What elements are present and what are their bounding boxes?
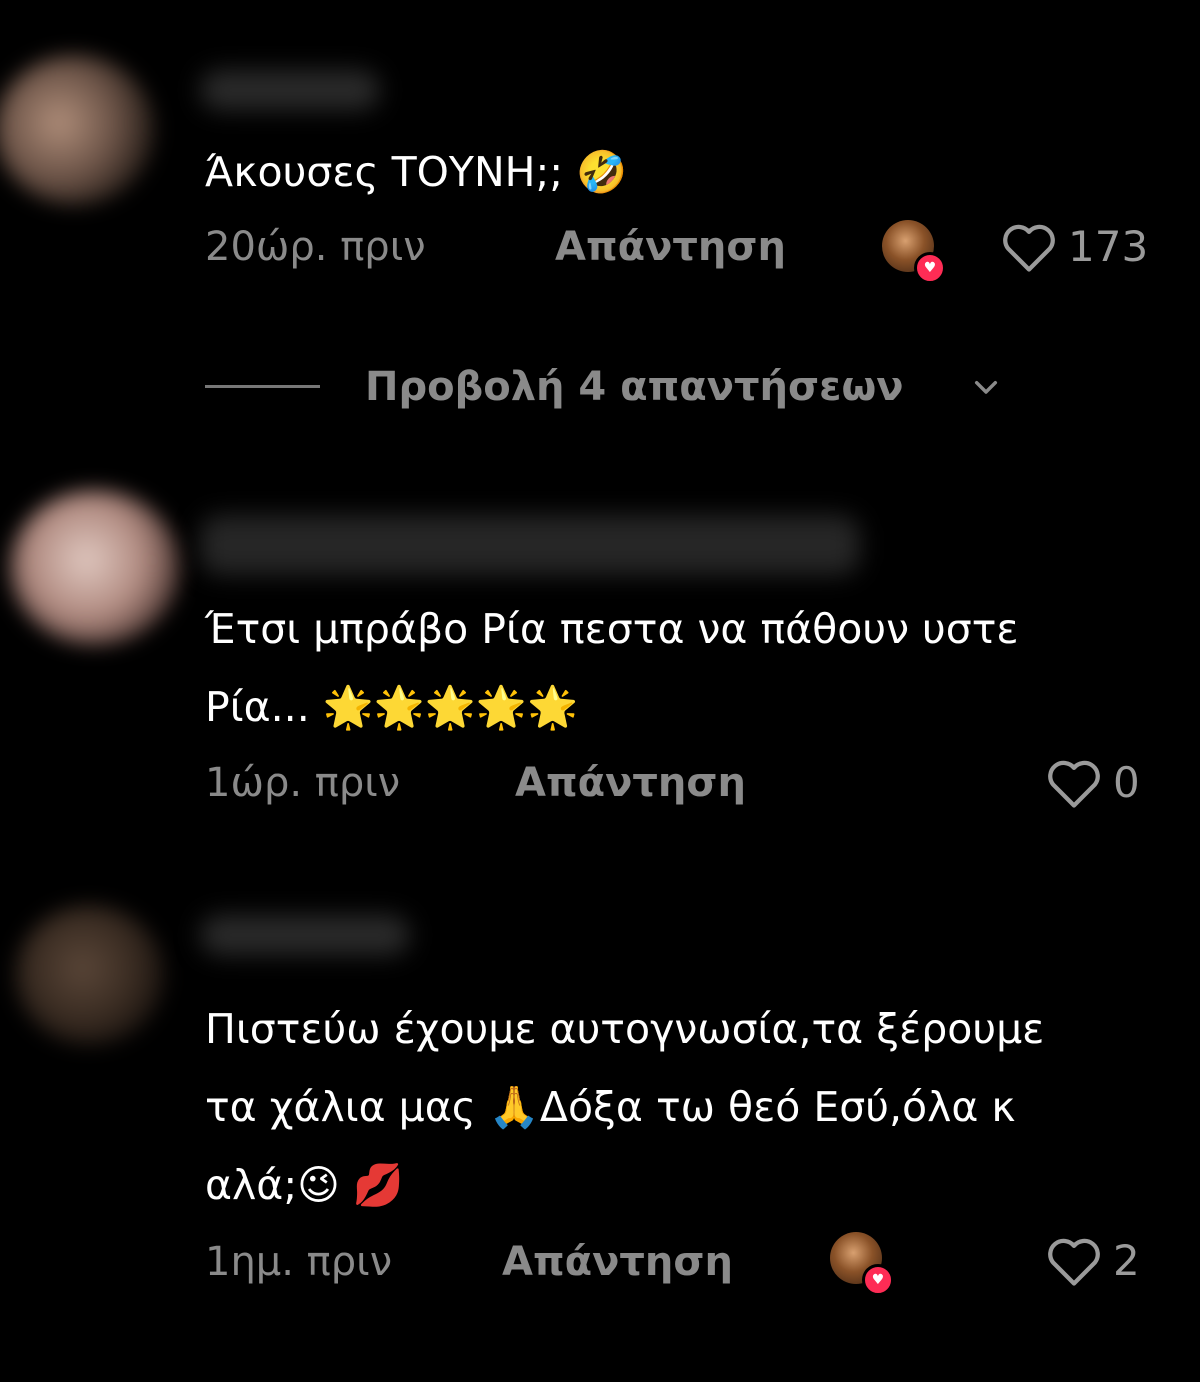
- creator-liked-avatar: ♥: [882, 220, 946, 284]
- creator-liked-avatar: ♥: [830, 1232, 894, 1296]
- comment-text: Άκουσες ΤΟΥΝΗ;; 🤣: [205, 148, 628, 196]
- like-count: 2: [1113, 1236, 1140, 1285]
- comment-time: 1ημ. πριν: [205, 1239, 393, 1285]
- username[interactable]: [200, 515, 860, 575]
- comment-time: 20ώρ. πριν: [205, 224, 426, 270]
- comment-time: 1ώρ. πριν: [205, 760, 401, 806]
- reply-button[interactable]: Απάντηση: [555, 222, 786, 272]
- heart-outline-icon[interactable]: [1000, 221, 1058, 273]
- like-button[interactable]: 173: [1000, 220, 1148, 274]
- heart-badge-icon: ♥: [914, 252, 946, 284]
- avatar[interactable]: [15, 905, 165, 1045]
- comment-text: Έτσι μπράβο Ρία πεστα να πάθουν υστε Ρία…: [205, 605, 1019, 731]
- username[interactable]: [200, 915, 410, 955]
- heart-badge-icon: ♥: [862, 1264, 894, 1296]
- view-replies-label[interactable]: Προβολή 4 απαντήσεων: [365, 362, 903, 412]
- like-count: 173: [1068, 222, 1149, 271]
- chevron-down-icon[interactable]: [970, 372, 1002, 404]
- like-button[interactable]: 0: [1045, 756, 1140, 810]
- like-count: 0: [1113, 758, 1140, 807]
- reply-button[interactable]: Απάντηση: [515, 758, 746, 808]
- like-button[interactable]: 2: [1045, 1234, 1140, 1288]
- heart-outline-icon[interactable]: [1045, 1235, 1103, 1287]
- avatar[interactable]: [0, 55, 155, 205]
- avatar[interactable]: [10, 490, 180, 645]
- heart-outline-icon[interactable]: [1045, 757, 1103, 809]
- username[interactable]: [200, 70, 380, 110]
- comment-text: Πιστεύω έχουμε αυτογνωσία,τα ξέρουμε τα …: [205, 1005, 1045, 1209]
- replies-divider: [205, 385, 320, 388]
- reply-button[interactable]: Απάντηση: [502, 1237, 733, 1287]
